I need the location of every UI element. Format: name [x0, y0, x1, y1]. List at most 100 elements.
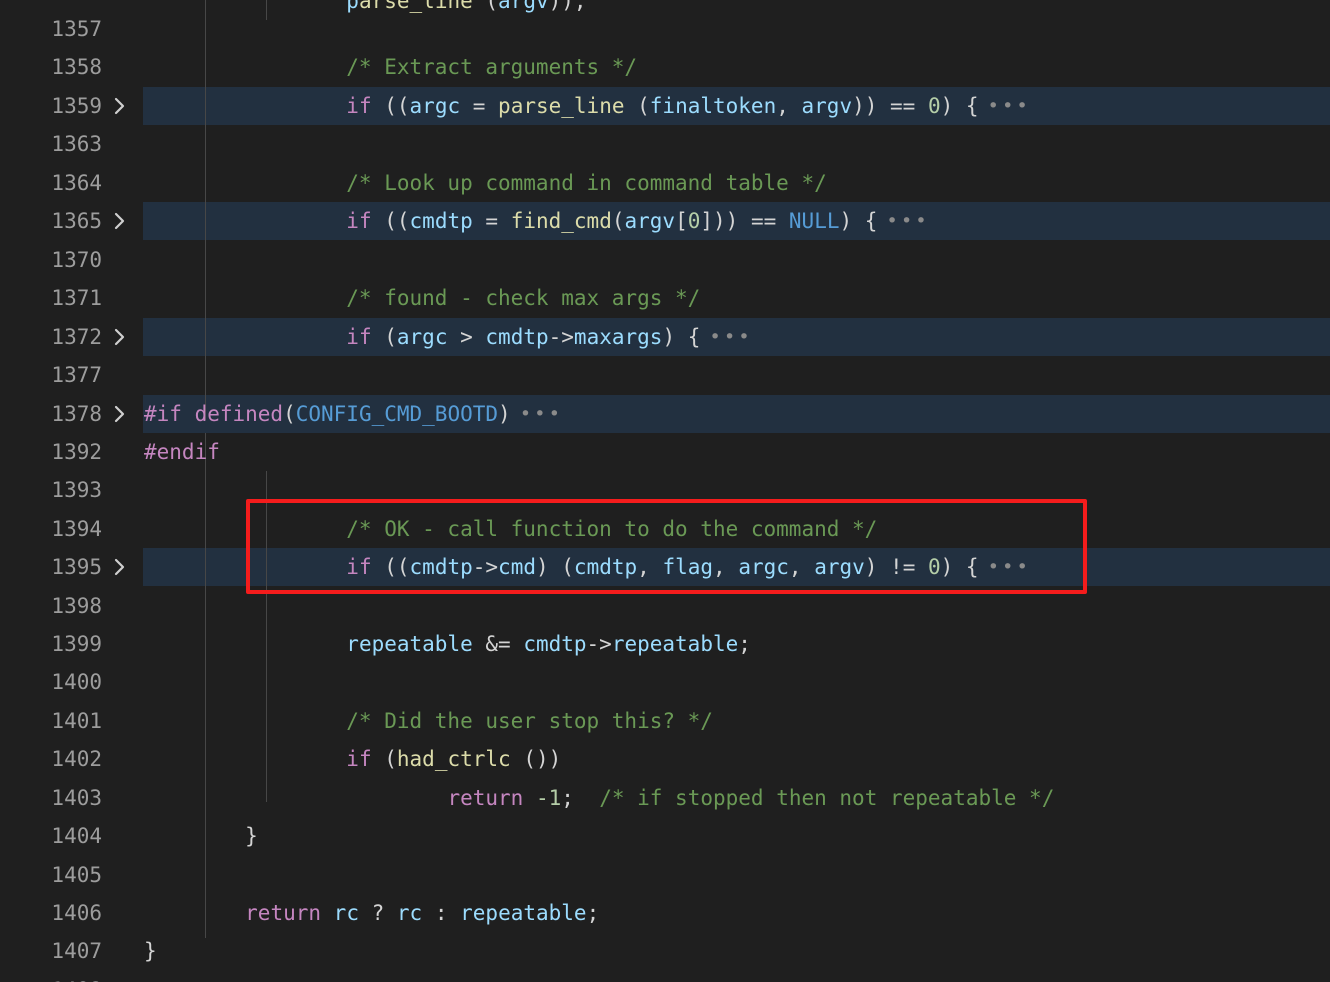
- code-line[interactable]: }: [143, 932, 157, 970]
- code-token: argc: [409, 94, 461, 118]
- code-token: /* if stopped then not repeatable */: [599, 786, 1055, 810]
- code-line[interactable]: if (argc > cmdtp -> maxargs) {•••: [143, 318, 753, 356]
- gutter-row: 1406: [0, 894, 143, 932]
- code-editor[interactable]: p arse_ line (argv)); /* Extract arguments…: [0, 0, 1330, 982]
- folded-region-ellipsis[interactable]: •••: [979, 87, 1031, 125]
- gutter-row: 1364: [0, 164, 143, 202]
- gutter-row: 1378: [0, 395, 143, 433]
- code-token: rc: [333, 901, 359, 925]
- gutter-row: 1398: [0, 587, 143, 625]
- code-line[interactable]: if ((cmdtp -> cmd) (cmdtp, flag, argc, arg…: [143, 548, 1031, 586]
- gutter-row: 1407: [0, 932, 143, 970]
- code-token: [: [675, 209, 688, 233]
- line-number: 1395: [51, 555, 102, 579]
- code-token: 0: [687, 209, 701, 233]
- code-line[interactable]: /* Did the user stop this? */: [143, 702, 713, 740]
- code-token: ->: [586, 632, 612, 656]
- code-token: ((: [371, 209, 410, 233]
- gutter-row: 1404: [0, 817, 143, 855]
- code-line[interactable]: /* found - check max args */: [143, 279, 700, 317]
- code-line[interactable]: return rc ? rc : repeatable;: [143, 894, 599, 932]
- gutter-row: 1359: [0, 87, 143, 125]
- code-line[interactable]: return -1; /* if stopped then not repeat…: [143, 779, 1054, 817]
- code-line[interactable]: [143, 125, 144, 163]
- line-number-gutter[interactable]: 1357 1358 1359 1363 1364 1365 1370 1371 1372 1377…: [0, 0, 143, 982]
- folded-region-ellipsis[interactable]: •••: [979, 548, 1031, 586]
- code-token: ) {: [940, 94, 979, 118]
- code-content-area[interactable]: p arse_ line (argv)); /* Extract arguments…: [143, 0, 1330, 982]
- line-number: 1394: [51, 517, 102, 541]
- code-token: #if defined: [144, 402, 284, 426]
- code-line[interactable]: [143, 663, 144, 701]
- code-token: rc: [396, 901, 423, 925]
- code-token: p: [346, 0, 359, 13]
- gutter-row: 1377: [0, 356, 143, 394]
- code-token: line: [422, 0, 473, 13]
- code-line[interactable]: /* Look up command in command table */: [143, 164, 826, 202]
- code-token: cmdtp: [523, 632, 587, 656]
- code-line[interactable]: if (had_ctrlc ()): [143, 740, 561, 778]
- code-token: argc: [396, 325, 448, 349]
- chevron-right-icon[interactable]: [104, 327, 134, 347]
- chevron-right-icon[interactable]: [104, 211, 134, 231]
- line-number: 1359: [51, 94, 102, 118]
- code-line[interactable]: }: [143, 817, 258, 855]
- folded-region-ellipsis[interactable]: •••: [511, 395, 563, 433]
- code-token: /* OK - call function to do the command …: [144, 517, 878, 541]
- code-line[interactable]: if ((cmdtp = find_cmd(argv[0])) == NULL)…: [143, 202, 930, 240]
- code-line[interactable]: repeatable &= cmdtp -> repeatable;: [143, 625, 751, 663]
- code-line[interactable]: [143, 10, 144, 48]
- code-line[interactable]: [143, 856, 144, 894]
- code-line[interactable]: #endif: [143, 433, 220, 471]
- code-line[interactable]: [143, 471, 144, 509]
- code-token: }: [144, 939, 157, 963]
- code-token: ) {: [940, 555, 979, 579]
- line-number: 1392: [51, 440, 102, 464]
- code-token: -1: [535, 786, 562, 810]
- gutter-row: 1403: [0, 779, 143, 817]
- code-token: #endif: [144, 440, 220, 464]
- line-number: 1405: [51, 863, 102, 887]
- gutter-row: 1400: [0, 663, 143, 701]
- code-token: ) {: [839, 209, 878, 233]
- gutter-row: 1392: [0, 433, 143, 471]
- code-token: ) {: [662, 325, 701, 349]
- code-line[interactable]: [143, 356, 144, 394]
- code-line[interactable]: p arse_ line (argv));: [143, 0, 586, 20]
- code-line[interactable]: /* Extract arguments */: [143, 48, 637, 86]
- chevron-right-icon[interactable]: [104, 557, 134, 577]
- code-line[interactable]: [143, 241, 144, 279]
- gutter-row: 1371: [0, 279, 143, 317]
- code-line[interactable]: #if defined(CONFIG_CMD_BOOTD) •••: [143, 395, 563, 433]
- chevron-right-icon[interactable]: [104, 96, 134, 116]
- gutter-row: 1357: [0, 10, 143, 48]
- code-token: return: [447, 786, 524, 810]
- line-number: 1401: [51, 709, 102, 733]
- code-token: ->: [472, 555, 499, 579]
- code-token: ((: [371, 94, 410, 118]
- code-token: ->: [548, 325, 574, 349]
- code-line[interactable]: [143, 587, 144, 625]
- folded-region-ellipsis[interactable]: •••: [877, 202, 929, 240]
- line-number: 1372: [51, 325, 102, 349]
- line-number: 1365: [51, 209, 102, 233]
- code-token: had_ctrlc: [396, 747, 511, 771]
- code-token: cmd: [498, 555, 536, 579]
- code-token: cmdtp: [573, 555, 638, 579]
- code-line[interactable]: /* OK - call function to do the command …: [143, 510, 877, 548]
- code-token: argv: [801, 94, 853, 118]
- code-line[interactable]: if ((argc = parse_line (finaltoken, argv…: [143, 87, 1031, 125]
- code-token: repeatable: [346, 632, 473, 656]
- chevron-right-icon[interactable]: [104, 404, 134, 424]
- folded-region-ellipsis[interactable]: •••: [700, 318, 752, 356]
- code-line[interactable]: [143, 971, 144, 982]
- code-token: ?: [358, 901, 397, 925]
- code-token: argv: [814, 555, 865, 579]
- line-number: 1408: [0, 971, 104, 982]
- code-token: ()): [510, 747, 562, 771]
- line-number: 1358: [51, 55, 102, 79]
